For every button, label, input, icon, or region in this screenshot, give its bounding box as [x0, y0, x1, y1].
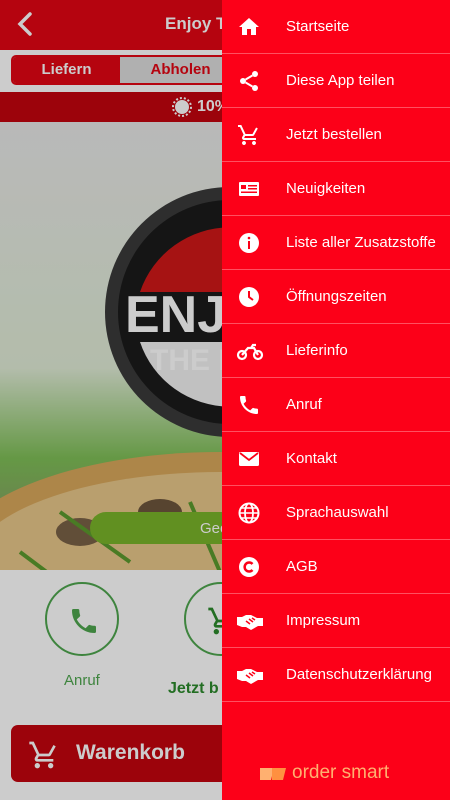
drawer-item-label: Impressum [286, 612, 361, 629]
cart-icon [238, 125, 258, 145]
drawer-item-label: Lieferinfo [286, 342, 348, 359]
drawer-item-label: Startseite [286, 18, 350, 35]
drawer-item-label: Anruf [286, 396, 322, 413]
clock-icon [239, 287, 259, 307]
drawer-item-label: Liste aller Zusatzstoffe [286, 234, 436, 251]
drawer-item-home[interactable]: Startseite [222, 0, 450, 54]
drawer-item-label: Diese App teilen [286, 72, 395, 89]
order-smart-icon [260, 768, 286, 780]
drawer-item-language[interactable]: Sprachauswahl [222, 486, 450, 540]
handshake-icon [237, 615, 263, 630]
share-icon [240, 71, 258, 91]
handshake-icon [237, 669, 263, 684]
drawer-item-contact[interactable]: Kontakt [222, 432, 450, 486]
brand-text: order smart [292, 762, 390, 783]
drawer-item-opening-hours[interactable]: Öffnungszeiten [222, 270, 450, 324]
news-icon [239, 182, 259, 196]
drawer-item-terms[interactable]: AGB [222, 540, 450, 594]
drawer-item-label: Datenschutzerklärung [286, 666, 432, 683]
drawer-item-label: Öffnungszeiten [286, 288, 387, 305]
order-smart-logo: order smart [258, 762, 408, 786]
mail-icon [239, 452, 259, 466]
drawer-item-label: Kontakt [286, 450, 337, 467]
drawer-item-delivery-info[interactable]: Lieferinfo [222, 324, 450, 378]
drawer-item-call[interactable]: Anruf [222, 378, 450, 432]
phone-icon [240, 396, 258, 414]
globe-icon [238, 502, 260, 524]
drawer-item-label: Neuigkeiten [286, 180, 366, 197]
copyright-icon [239, 557, 259, 577]
info-icon [239, 233, 259, 253]
drawer-item-share[interactable]: Diese App teilen [222, 54, 450, 108]
home-icon [239, 18, 259, 35]
drawer-item-label: Jetzt bestellen [286, 126, 382, 143]
drawer-item-imprint[interactable]: Impressum [222, 594, 450, 648]
drawer-item-privacy[interactable]: Datenschutzerklärung [222, 648, 450, 702]
drawer-item-order-now[interactable]: Jetzt bestellen [222, 108, 450, 162]
motorbike-icon [236, 343, 264, 361]
drawer-item-additives[interactable]: Liste aller Zusatzstoffe [222, 216, 450, 270]
drawer-item-label: AGB [286, 558, 318, 575]
drawer-item-news[interactable]: Neuigkeiten [222, 162, 450, 216]
navigation-drawer: Startseite Diese App teilen Jetzt bestel… [222, 0, 450, 800]
drawer-item-label: Sprachauswahl [286, 504, 389, 521]
